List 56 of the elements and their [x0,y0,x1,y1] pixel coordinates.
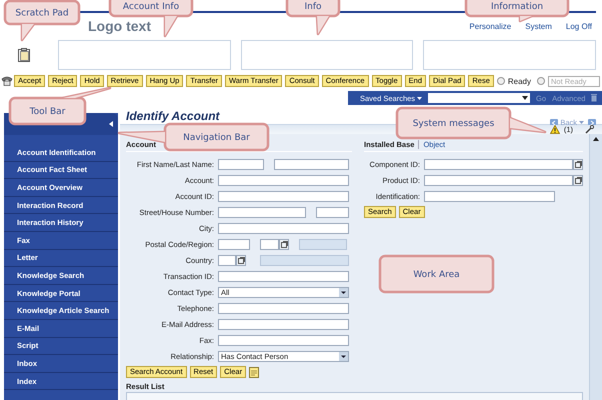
input-field[interactable] [218,206,306,218]
lookup-button[interactable] [236,254,246,266]
caret-icon [417,96,422,100]
input-field[interactable] [218,222,349,234]
radio-button[interactable] [496,77,505,85]
note-icon[interactable] [249,366,260,378]
input-field[interactable] [260,238,279,250]
input-field[interactable] [316,206,349,218]
lookup-button[interactable] [573,158,583,170]
callout-label: Scratch Pad [15,8,69,18]
input-field[interactable] [218,158,264,170]
radio-button[interactable] [537,77,545,85]
input-field[interactable] [218,270,349,282]
wrench-icon[interactable] [585,125,594,134]
input-field[interactable] [218,318,349,330]
page-title: Identify Account [126,108,220,122]
input-field[interactable] [218,174,349,186]
header-link[interactable]: Log Off [562,22,596,30]
callout-shape [286,0,340,36]
header-link[interactable]: System [521,22,556,30]
input-field[interactable] [218,334,349,346]
scroll-bar[interactable] [589,134,602,400]
callout-label: Info [304,2,322,12]
callout-label: Account Info [122,2,180,12]
lookup-icon [238,256,244,264]
input-field[interactable] [218,254,236,266]
caret-icon [522,96,528,100]
caret-icon [339,288,348,296]
lookup-icon [280,240,288,248]
callout-label: Navigation Bar [183,133,250,143]
input-field[interactable] [424,158,573,170]
lookup-icon [574,176,582,184]
collapse-icon[interactable] [109,121,113,127]
input-field[interactable] [218,302,349,314]
lookup-icon [574,160,582,168]
callout-label: Tool Bar [30,107,66,117]
warning-icon[interactable] [550,125,560,134]
header-link[interactable]: Personalize [465,22,516,30]
logo-text: Logo text [88,18,151,34]
phone-icon[interactable] [1,76,14,86]
lookup-button[interactable] [573,174,583,186]
input-field[interactable] [218,238,250,250]
input-field[interactable] [424,174,573,186]
callout-label: Work Area [413,270,460,280]
scroll-up-icon[interactable] [593,137,599,141]
callout-label: System messages [412,119,494,129]
radio-label: Ready [508,76,531,86]
disabled-field [299,238,347,250]
input-field[interactable] [424,190,555,202]
input-field[interactable] [218,190,349,202]
trash-icon[interactable] [591,94,598,102]
input-field[interactable] [274,158,349,170]
callout-label: Information [490,2,544,12]
caret-icon [339,352,348,360]
lookup-button[interactable] [279,238,289,250]
clipboard-icon[interactable] [18,48,30,62]
